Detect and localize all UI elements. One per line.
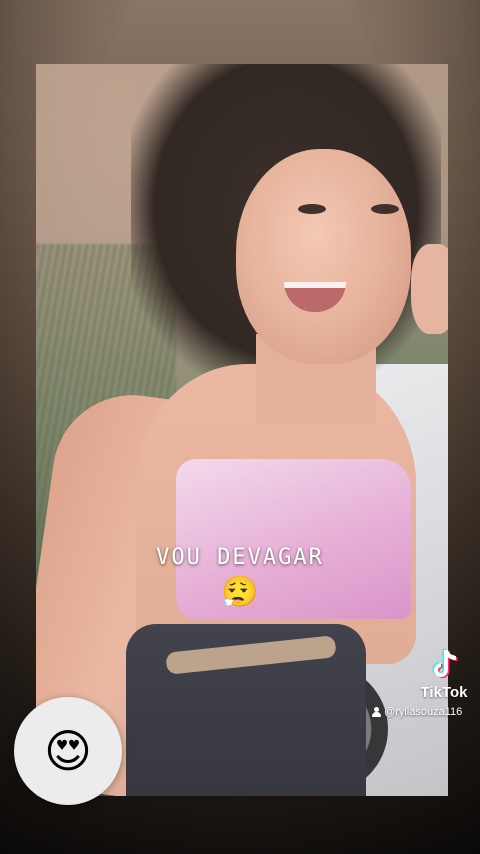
tiktok-brand-label: TikTok (420, 684, 468, 701)
person-icon (372, 707, 381, 717)
caption-emoji: 😮‍💨 (221, 575, 259, 610)
reaction-button[interactable]: 😍 (14, 697, 122, 805)
tiktok-watermark: TikTok (410, 648, 478, 701)
tiktok-username-label: @ryllasouza116 (384, 706, 463, 718)
story-photo (36, 64, 448, 796)
photo-tone-overlay (36, 64, 448, 796)
tiktok-username: @ryllasouza116 (372, 706, 478, 718)
heart-eyes-emoji-icon: 😍 (44, 724, 92, 778)
story-screen: VOU DEVAGAR 😮‍💨 😍 TikTok @ryllasouza116 (0, 0, 480, 854)
caption-text: VOU DEVAGAR (156, 545, 324, 570)
tiktok-note-icon (429, 648, 459, 682)
